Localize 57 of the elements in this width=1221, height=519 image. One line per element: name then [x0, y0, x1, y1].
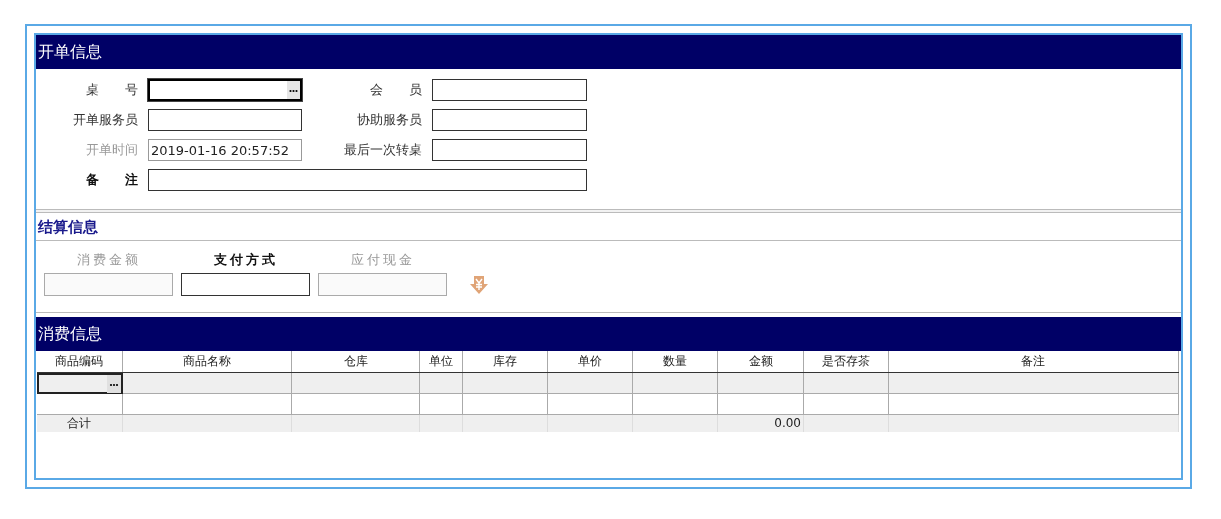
- field-label: 消费金额: [76, 251, 141, 269]
- input-field[interactable]: [148, 109, 302, 131]
- table-cell[interactable]: [633, 373, 719, 394]
- total-cell: 0.00: [718, 415, 804, 432]
- yen-arrow-icon[interactable]: [469, 275, 489, 295]
- table-cell[interactable]: [633, 394, 719, 415]
- column-header[interactable]: 库存: [462, 351, 548, 372]
- input-field[interactable]: [432, 139, 587, 161]
- table-cell[interactable]: [122, 373, 293, 394]
- field-label: 会 员: [369, 81, 422, 99]
- column-header[interactable]: 备注: [888, 351, 1180, 372]
- table-cell[interactable]: [888, 373, 1179, 394]
- column-header[interactable]: 金额: [718, 351, 804, 372]
- field-label: 应付现金: [350, 251, 415, 269]
- ellipsis-icon[interactable]: [106, 375, 121, 393]
- field-value: 2019-01-16 20:57:52: [150, 142, 290, 158]
- table-cell[interactable]: [804, 394, 889, 415]
- column-header[interactable]: 商品名称: [122, 351, 293, 372]
- field-label: 支付方式: [213, 251, 278, 269]
- table-cell[interactable]: [462, 394, 548, 415]
- field-label: 桌 号: [85, 81, 138, 99]
- column-header[interactable]: 仓库: [292, 351, 420, 372]
- table-cell[interactable]: [37, 394, 123, 415]
- table-cell[interactable]: [122, 394, 293, 415]
- table-cell[interactable]: [547, 373, 634, 394]
- total-cell: [420, 415, 463, 432]
- input-field[interactable]: [432, 79, 587, 101]
- field-label: 开单时间: [85, 141, 138, 159]
- field-label: 开单服务员: [72, 111, 138, 129]
- field-label: 协助服务员: [356, 111, 422, 129]
- input-field[interactable]: [181, 273, 310, 296]
- section-header: 开单信息: [36, 35, 1181, 69]
- table-cell[interactable]: [462, 373, 548, 394]
- input-field[interactable]: [432, 109, 587, 131]
- column-header[interactable]: 单位: [420, 351, 463, 372]
- table-cell[interactable]: [292, 394, 420, 415]
- table-cell[interactable]: [420, 394, 463, 415]
- table-cell[interactable]: [420, 373, 463, 394]
- table-cell[interactable]: [718, 373, 804, 394]
- input-field[interactable]: [148, 169, 587, 191]
- field-label: 备 注: [85, 171, 138, 189]
- ellipsis-icon[interactable]: [287, 81, 300, 99]
- table-cell[interactable]: [37, 373, 123, 394]
- column-header[interactable]: 单价: [547, 351, 634, 372]
- table-cell[interactable]: [804, 373, 889, 394]
- column-header[interactable]: 数量: [633, 351, 719, 372]
- total-cell: 合计: [37, 415, 123, 432]
- section-title: 结算信息: [36, 213, 1181, 241]
- table-cell[interactable]: [547, 394, 634, 415]
- table-cell[interactable]: [292, 373, 420, 394]
- table-cell[interactable]: [718, 394, 804, 415]
- field-label: 最后一次转桌: [343, 141, 422, 159]
- input-field[interactable]: [148, 79, 302, 101]
- column-header[interactable]: 是否存茶: [804, 351, 889, 372]
- column-header[interactable]: 商品编码: [37, 351, 123, 372]
- table-cell[interactable]: [888, 394, 1180, 415]
- section-header: 消费信息: [36, 317, 1181, 351]
